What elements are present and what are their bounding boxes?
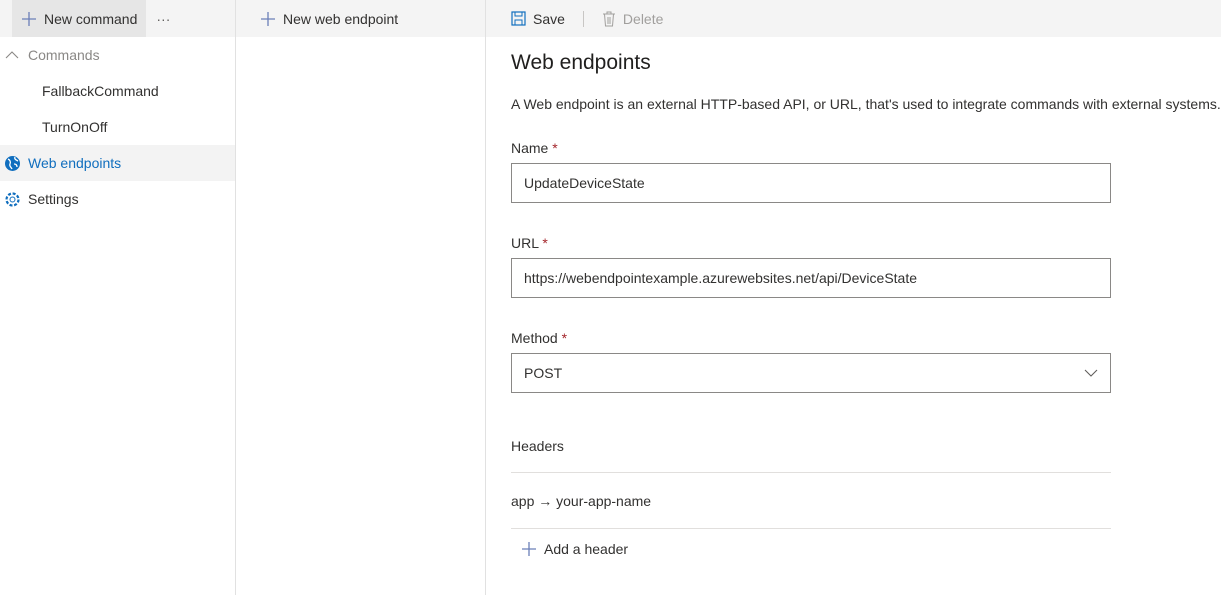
divider <box>511 472 1111 473</box>
plus-icon <box>22 11 36 26</box>
sidebar-item-settings[interactable]: Settings <box>0 181 235 217</box>
more-options-button[interactable]: ··· <box>146 0 180 37</box>
sidebar-item-fallbackcommand[interactable]: FallbackCommand <box>0 73 235 109</box>
name-label-text: Name <box>511 140 549 156</box>
toolbar-divider <box>582 10 584 27</box>
headers-label: Headers <box>511 438 564 454</box>
delete-label: Delete <box>622 10 664 27</box>
method-label: Method * <box>511 330 1221 346</box>
sidebar-item-web-endpoints[interactable]: Web endpoints <box>0 145 235 181</box>
page-title: Web endpoints <box>511 51 651 74</box>
new-web-endpoint-button[interactable]: New web endpoint <box>250 0 408 37</box>
header-entry[interactable]: app → your-app-name <box>511 493 1221 509</box>
add-header-button[interactable]: Add a header <box>511 529 1221 569</box>
required-mark: * <box>542 235 548 251</box>
middle-toolbar: New web endpoint <box>236 0 485 37</box>
settings-label: Settings <box>28 191 79 207</box>
new-command-label: New command <box>44 10 138 27</box>
save-label: Save <box>533 10 565 27</box>
web-endpoints-label: Web endpoints <box>28 155 122 171</box>
method-label-text: Method <box>511 330 558 346</box>
endpoint-list-pane: New web endpoint <box>236 0 486 595</box>
url-field[interactable]: https://webendpointexample.azurewebsites… <box>511 258 1111 298</box>
required-mark: * <box>561 330 568 346</box>
plus-icon <box>522 542 536 556</box>
method-dropdown[interactable]: POST <box>511 353 1111 393</box>
url-label-text: URL <box>511 235 539 251</box>
new-command-button[interactable]: New command <box>12 0 147 37</box>
endpoint-detail-pane: Save Delete Web endpoints A Web endpoint… <box>486 0 1221 595</box>
globe-icon <box>5 155 20 171</box>
new-web-endpoint-label: New web endpoint <box>283 10 399 27</box>
chevron-up-icon <box>5 51 19 59</box>
detail-toolbar: Save Delete <box>486 0 1221 37</box>
url-value: https://webendpointexample.azurewebsites… <box>524 270 918 286</box>
name-label: Name * <box>511 140 1221 156</box>
chevron-down-icon <box>1084 369 1098 377</box>
page-description: A Web endpoint is an external HTTP-based… <box>511 96 1221 112</box>
save-icon <box>511 11 526 26</box>
commands-group-toggle[interactable]: Commands <box>0 37 235 73</box>
left-toolbar: New command ··· <box>0 0 235 37</box>
gear-icon <box>5 191 20 207</box>
plus-icon <box>261 11 275 26</box>
fallbackcommand-label: FallbackCommand <box>42 83 159 99</box>
commands-sidebar: New command ··· Commands FallbackCommand… <box>0 0 236 595</box>
method-value: POST <box>524 365 563 381</box>
trash-icon <box>602 11 615 26</box>
name-field[interactable]: UpdateDeviceState <box>511 163 1111 203</box>
save-button[interactable]: Save <box>501 0 575 37</box>
commands-label: Commands <box>28 47 100 63</box>
name-value: UpdateDeviceState <box>524 175 645 191</box>
add-header-label: Add a header <box>544 541 629 557</box>
turnonoff-label: TurnOnOff <box>42 119 108 135</box>
url-label: URL * <box>511 235 1221 251</box>
sidebar-item-turnonoff[interactable]: TurnOnOff <box>0 109 235 145</box>
required-mark: * <box>552 140 558 156</box>
delete-button[interactable]: Delete <box>592 0 673 37</box>
